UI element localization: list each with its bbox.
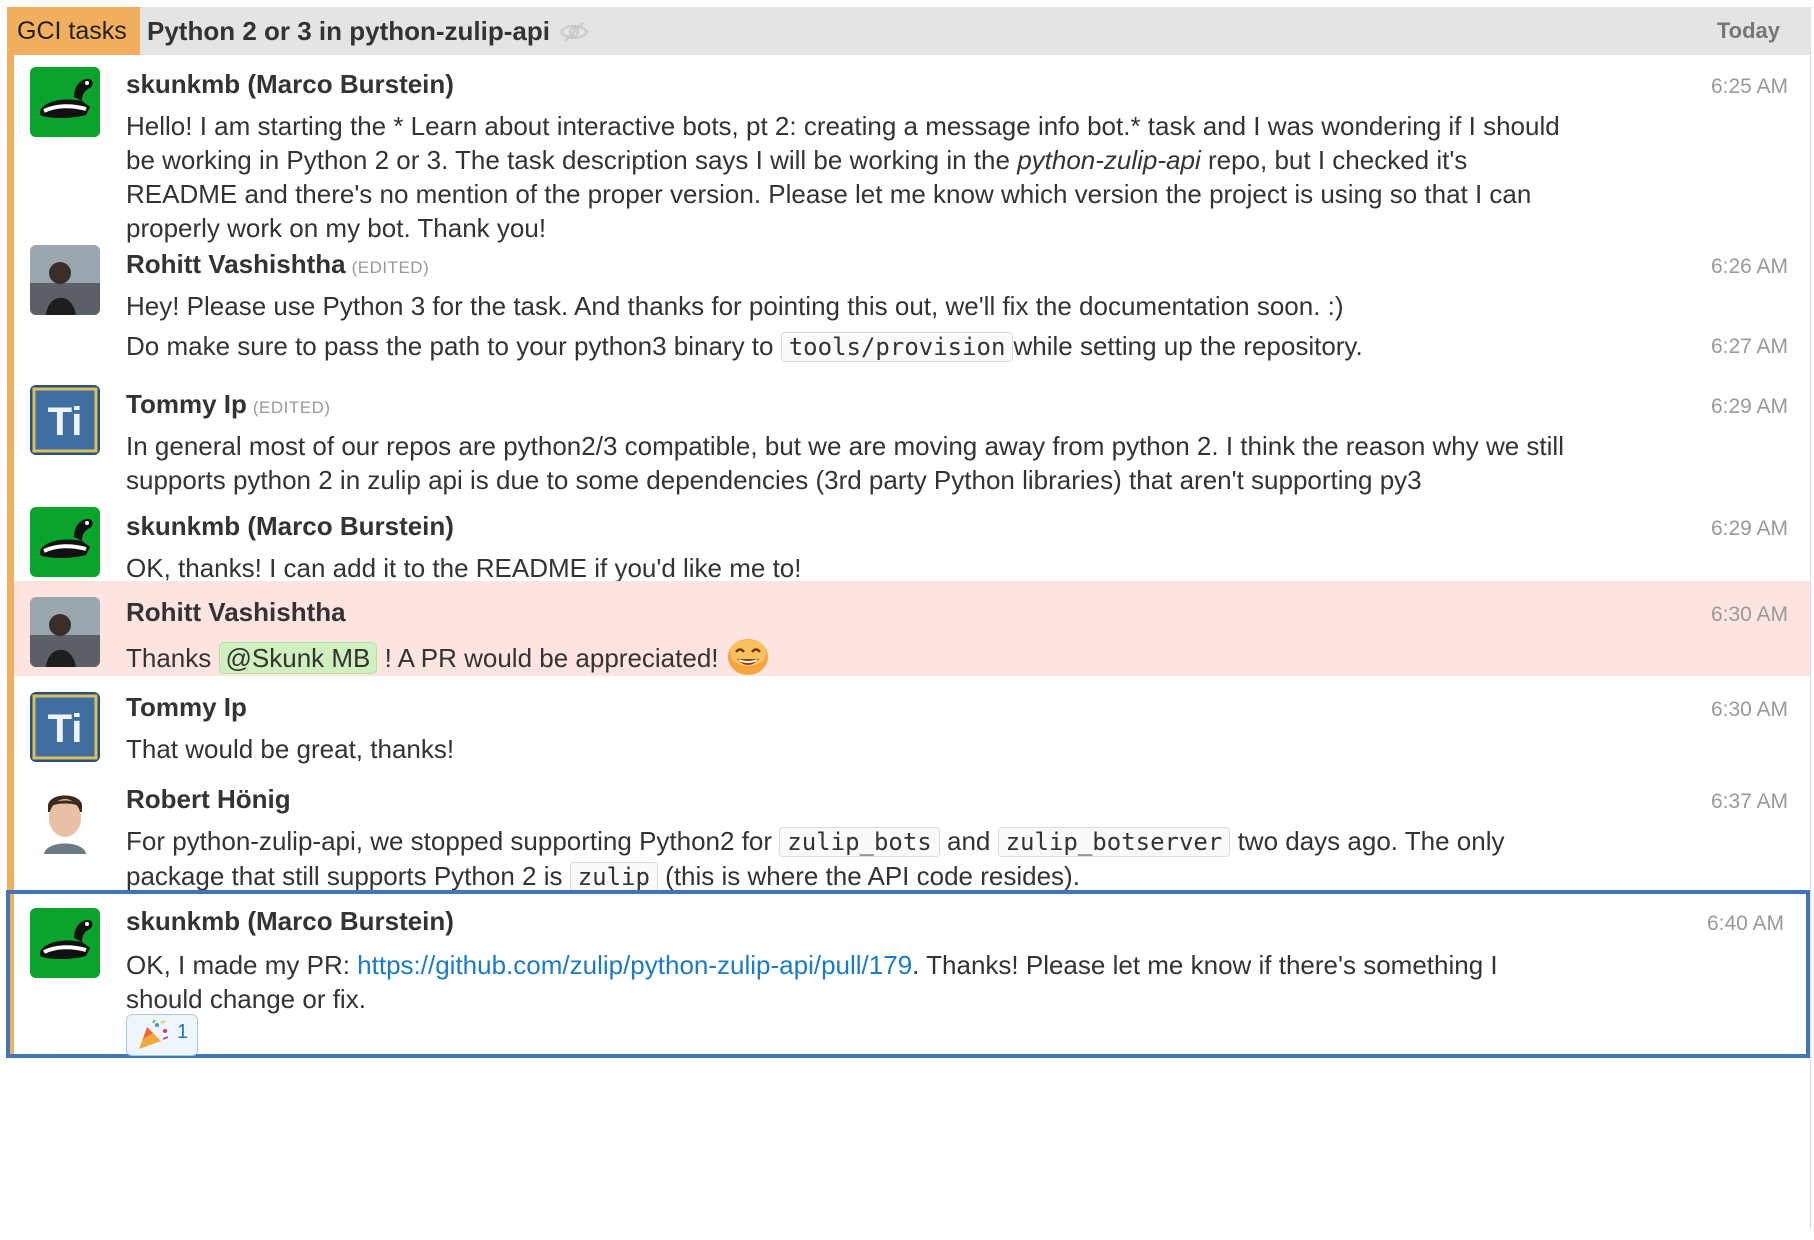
message-row[interactable]: 6:27 AM Do make sure to pass the path to… (14, 325, 1810, 375)
message-text: Thanks (126, 643, 219, 673)
ti-avatar-icon: Ti (30, 692, 100, 762)
sender-name[interactable]: Tommy Ip (126, 692, 247, 723)
sender-name[interactable]: skunkmb (Marco Burstein) (126, 906, 454, 937)
message-content: For python-zulip-api, we stopped support… (126, 824, 1576, 894)
sender-name[interactable]: skunkmb (Marco Burstein) (126, 69, 454, 100)
user-mention[interactable]: @Skunk MB (218, 642, 378, 674)
sender-name[interactable]: Robert Hönig (126, 784, 291, 815)
avatar[interactable] (30, 67, 100, 137)
sender-name[interactable]: Rohitt Vashishtha (EDITED) (126, 249, 429, 280)
inline-code: zulip_botserver (997, 827, 1231, 857)
message-row[interactable]: Rohitt Vashishtha (EDITED) 6:26 AM Hey! P… (14, 235, 1810, 325)
avatar[interactable] (30, 908, 100, 978)
message-content: OK, thanks! I can add it to the README i… (126, 553, 802, 583)
message-row[interactable]: Ti Tommy Ip (EDITED) 6:29 AM In general m… (14, 375, 1810, 497)
topic-label[interactable]: Python 2 or 3 in python-zulip-api (147, 7, 550, 55)
reaction-button[interactable]: 1 (126, 1014, 198, 1056)
message-content: Hello! I am starting the * Learn about i… (126, 109, 1576, 245)
message-content: Do make sure to pass the path to your py… (126, 329, 1576, 364)
tada-emoji-icon (139, 1019, 169, 1049)
skunk-avatar-icon (30, 908, 100, 978)
avatar[interactable]: Ti (30, 692, 100, 762)
sender-name[interactable]: Rohitt Vashishtha (126, 597, 346, 628)
message-time[interactable]: 6:29 AM (1711, 517, 1788, 541)
message-time[interactable]: 6:26 AM (1711, 255, 1788, 279)
reaction-count: 1 (177, 1021, 189, 1043)
message-text: (this is where the API code resides). (657, 861, 1080, 891)
pr-link[interactable]: https://github.com/zulip/python-zulip-ap… (357, 950, 912, 980)
svg-text:Ti: Ti (48, 400, 83, 444)
message-time[interactable]: 6:40 AM (1707, 912, 1784, 936)
message-row[interactable]: Ti Tommy Ip 6:30 AM That would be great,… (14, 676, 1810, 768)
sender-name[interactable]: skunkmb (Marco Burstein) (126, 511, 454, 542)
avatar[interactable] (30, 507, 100, 577)
svg-text:Ti: Ti (48, 707, 83, 751)
user-photo-icon (30, 784, 100, 854)
message-list: GCI tasks Python 2 or 3 in python-zulip-… (6, 7, 1811, 1229)
message-row-selected[interactable]: skunkmb (Marco Burstein) 6:40 AM OK, I m… (6, 890, 1810, 1058)
message-time[interactable]: 6:29 AM (1711, 395, 1788, 419)
inline-code: zulip_bots (779, 827, 940, 857)
message-text: Do make sure to pass the path to your py… (126, 331, 781, 361)
avatar[interactable] (30, 784, 100, 854)
mute-icon[interactable] (559, 21, 589, 43)
inline-code: tools/provision (780, 332, 1014, 362)
message-row[interactable]: skunkmb (Marco Burstein) 6:29 AM OK, tha… (14, 497, 1810, 583)
message-text: For python-zulip-api, we stopped support… (126, 826, 780, 856)
sender-name[interactable]: Tommy Ip (EDITED) (126, 389, 331, 420)
message-view: GCI tasks Python 2 or 3 in python-zulip-… (0, 0, 1814, 1240)
smile-emoji-icon (727, 639, 768, 675)
message-content: Thanks @Skunk MB ! A PR would be appreci… (126, 637, 1576, 677)
inline-code: zulip (569, 862, 658, 892)
avatar[interactable] (30, 597, 100, 667)
recipient-bar: GCI tasks Python 2 or 3 in python-zulip-… (7, 7, 1810, 55)
skunk-avatar-icon (30, 507, 100, 577)
message-content: In general most of our repos are python2… (126, 431, 1564, 495)
date-label: Today (1716, 18, 1780, 43)
edited-label: (EDITED) (252, 398, 331, 417)
message-time[interactable]: 6:37 AM (1711, 790, 1788, 814)
sender-name-text: Rohitt Vashishtha (126, 249, 346, 279)
message-text: and (939, 826, 998, 856)
message-content: That would be great, thanks! (126, 734, 455, 764)
message-text: OK, I made my PR: (126, 950, 358, 980)
user-photo-icon (30, 245, 100, 315)
avatar[interactable] (30, 245, 100, 315)
message-row[interactable]: Robert Hönig 6:37 AM For python-zulip-ap… (14, 768, 1810, 892)
message-text: ! A PR would be appreciated! (377, 643, 719, 673)
message-emphasis: python-zulip-api (1017, 145, 1201, 175)
stream-label[interactable]: GCI tasks (7, 7, 140, 55)
message-row[interactable]: skunkmb (Marco Burstein) 6:25 AM Hello! … (14, 55, 1810, 243)
edited-label: (EDITED) (351, 258, 430, 277)
message-content: OK, I made my PR: https://github.com/zul… (126, 948, 1576, 1016)
sender-name-text: Tommy Ip (126, 389, 247, 419)
message-time[interactable]: 6:27 AM (1711, 335, 1788, 359)
ti-avatar-icon: Ti (30, 385, 100, 455)
skunk-avatar-icon (30, 67, 100, 137)
message-row-mentioned[interactable]: Rohitt Vashishtha 6:30 AM Thanks @Skunk … (14, 581, 1810, 676)
message-time[interactable]: 6:30 AM (1711, 603, 1788, 627)
user-photo-icon (30, 597, 100, 667)
message-text: while setting up the repository. (1013, 331, 1363, 361)
message-content: Hey! Please use Python 3 for the task. A… (126, 291, 1344, 321)
avatar[interactable]: Ti (30, 385, 100, 455)
message-time[interactable]: 6:30 AM (1711, 698, 1788, 722)
message-time[interactable]: 6:25 AM (1711, 75, 1788, 99)
